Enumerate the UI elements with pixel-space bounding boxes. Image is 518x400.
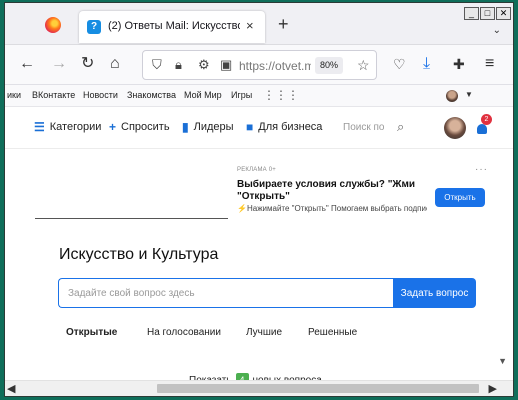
bookmark-item[interactable]: Игры <box>231 90 252 100</box>
list-icon: ☰ <box>34 120 45 134</box>
tab-title: (2) Ответы Mail: Искусство и Культура <box>108 20 240 32</box>
window-controls: _ □ ✕ <box>464 7 511 20</box>
bookmark-item[interactable]: ВКонтакте <box>32 90 75 100</box>
close-window-button[interactable]: ✕ <box>496 7 511 20</box>
page-title: Искусство и Культура <box>59 246 219 263</box>
filter-best[interactable]: Лучшие <box>246 327 282 338</box>
hamburger-menu-icon[interactable]: ≡ <box>485 56 494 72</box>
tab-close-icon[interactable]: × <box>246 19 254 33</box>
back-arrow-icon[interactable]: ← <box>19 56 35 72</box>
scroll-down-icon[interactable]: ▼ <box>498 356 507 366</box>
divider <box>35 218 228 219</box>
new-tab-button[interactable]: + <box>278 15 289 33</box>
notification-badge: 2 <box>481 114 492 125</box>
question-input[interactable] <box>58 278 393 308</box>
extensions-icon[interactable]: ✚ <box>453 56 465 72</box>
plus-icon: + <box>109 120 117 134</box>
bookmark-star-icon[interactable]: ☆ <box>357 57 370 74</box>
lock-icon[interactable]: 🔒︎ <box>175 58 182 72</box>
leaders-label: Лидеры <box>193 121 234 133</box>
ask-link[interactable]: + Спросить <box>109 121 170 133</box>
main-content: РЕКЛАМА 0+ ··· Выбираете условия службы?… <box>5 150 513 396</box>
ad-description[interactable]: ⚡Нажимайте "Открыть" Помогаем выбрать по… <box>237 204 427 213</box>
url-bar[interactable]: ⛉ 🔒︎ ⚙ ▣ https://otvet.mail.ru 80% ☆ <box>142 50 377 80</box>
categories-label: Категории <box>49 121 102 133</box>
active-tab[interactable]: ? (2) Ответы Mail: Искусство и Культура … <box>79 11 265 43</box>
notification-icon[interactable] <box>477 124 487 134</box>
maximize-button[interactable]: □ <box>480 7 495 20</box>
ad-label: РЕКЛАМА 0+ <box>237 167 276 173</box>
download-icon[interactable]: ⤓ <box>423 56 430 72</box>
site-search-input[interactable]: Поиск по <box>343 122 384 133</box>
mail-otvet-favicon-icon: ? <box>87 20 101 34</box>
bookmark-item[interactable]: Знакомства <box>127 90 176 100</box>
scroll-left-icon[interactable]: ◀ <box>7 382 15 395</box>
reader-view-icon[interactable]: ▣ <box>220 58 232 72</box>
bookmark-item[interactable]: Мой Мир <box>184 90 222 100</box>
ask-label: Спросить <box>121 121 170 133</box>
tab-bar: ? (2) Ответы Mail: Искусство и Культура … <box>5 3 513 45</box>
briefcase-icon: ■ <box>246 120 254 134</box>
search-icon[interactable]: ⌕ <box>397 119 404 135</box>
filter-voting[interactable]: На голосовании <box>147 327 221 338</box>
leaders-link[interactable]: ▮ Лидеры <box>182 121 234 133</box>
browser-window: ? (2) Ответы Mail: Искусство и Культура … <box>4 2 514 397</box>
business-link[interactable]: ■ Для бизнеса <box>246 121 322 133</box>
home-icon[interactable]: ⌂ <box>110 56 120 72</box>
shield-icon[interactable]: ⛉ <box>152 58 162 72</box>
caret-down-icon[interactable]: ▼ <box>465 90 473 99</box>
bookmarks-bar: ики ВКонтакте Новости Знакомства Мой Мир… <box>5 85 513 107</box>
question-search: Задать вопрос <box>58 278 476 308</box>
filter-open[interactable]: Открытые <box>66 327 117 338</box>
apps-grid-icon[interactable]: ⋮⋮⋮ <box>263 88 299 102</box>
firefox-logo-icon[interactable] <box>45 17 61 33</box>
permissions-icon[interactable]: ⚙ <box>198 58 210 72</box>
url-text[interactable]: https://otvet.mail.ru <box>239 59 311 73</box>
bar-chart-icon: ▮ <box>182 120 189 134</box>
filter-solved[interactable]: Решенные <box>308 327 357 338</box>
ask-question-button[interactable]: Задать вопрос <box>393 278 476 308</box>
zoom-level[interactable]: 80% <box>315 57 344 74</box>
horizontal-scrollbar[interactable]: ◀ ▶ <box>5 380 513 396</box>
avatar[interactable] <box>444 117 466 139</box>
scroll-right-icon[interactable]: ▶ <box>489 382 497 395</box>
business-label: Для бизнеса <box>258 121 323 133</box>
avatar[interactable] <box>446 90 458 102</box>
site-header: ☰ Категории + Спросить ▮ Лидеры ■ Для би… <box>5 107 513 149</box>
minimize-button[interactable]: _ <box>464 7 479 20</box>
ad-open-button[interactable]: Открыть <box>435 188 485 207</box>
navigation-bar: ← → ↻ ⌂ ⛉ 🔒︎ ⚙ ▣ https://otvet.mail.ru 8… <box>5 45 513 85</box>
bookmark-item[interactable]: Новости <box>83 90 118 100</box>
more-options-icon[interactable]: ··· <box>475 164 488 175</box>
ad-title[interactable]: Выбираете условия службы? "Жми "Открыть" <box>237 179 427 203</box>
forward-arrow-icon[interactable]: → <box>51 56 67 72</box>
chevron-down-icon[interactable]: ⌄ <box>493 25 501 36</box>
scrollbar-thumb[interactable] <box>157 384 479 393</box>
bookmark-item[interactable]: ики <box>7 90 21 100</box>
reload-icon[interactable]: ↻ <box>81 56 94 72</box>
pocket-icon[interactable]: ♡ <box>393 56 406 72</box>
categories-link[interactable]: ☰ Категории <box>34 121 101 133</box>
